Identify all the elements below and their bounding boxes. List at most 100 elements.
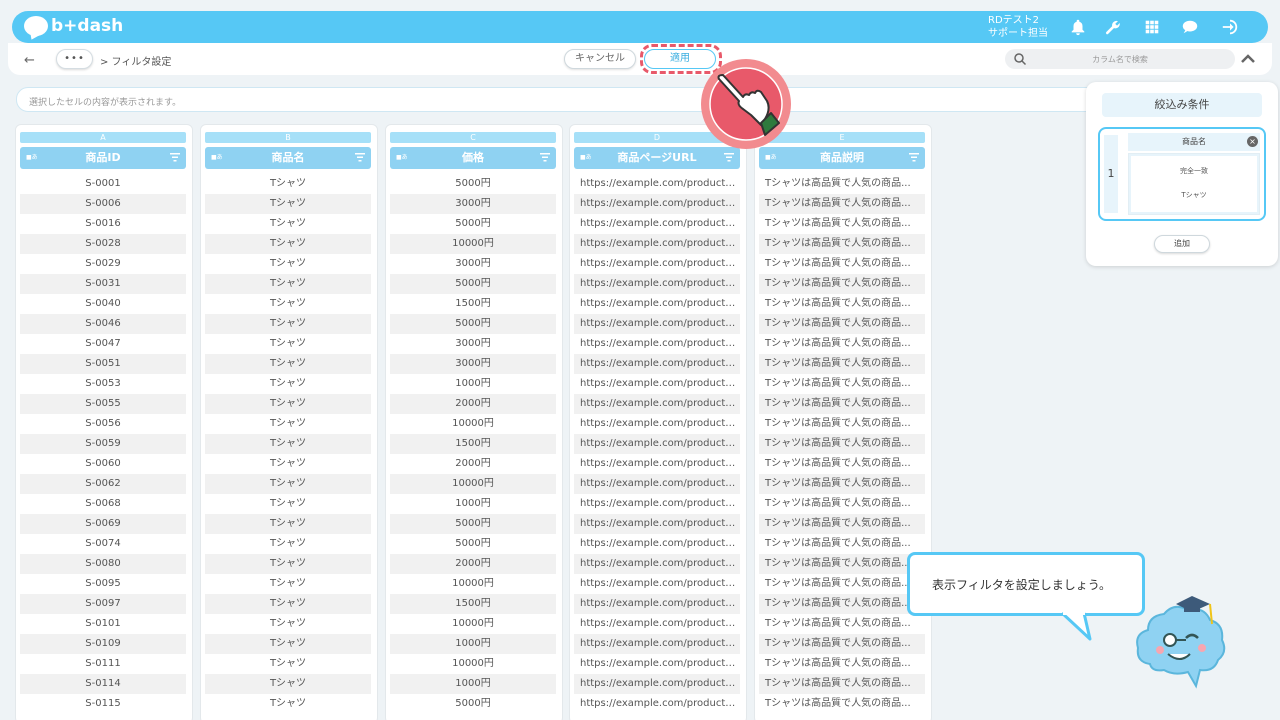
table-cell[interactable]: S-0115 [20, 694, 186, 714]
table-cell[interactable]: https://example.com/products/... [574, 694, 740, 714]
cell-content-display[interactable]: 選択したセルの内容が表示されます。 [16, 87, 1136, 112]
table-cell[interactable]: https://example.com/products/... [574, 194, 740, 214]
table-cell[interactable]: Tシャツは高品質で人気の商品... [759, 334, 925, 354]
filter-condition[interactable]: 1 商品名 × 完全一致 Tシャツ [1098, 127, 1266, 221]
table-cell[interactable]: Tシャツ [205, 394, 371, 414]
table-cell[interactable]: S-0016 [20, 214, 186, 234]
table-cell[interactable]: Tシャツは高品質で人気の商品... [759, 354, 925, 374]
table-cell[interactable]: Tシャツ [205, 214, 371, 234]
table-cell[interactable]: S-0056 [20, 414, 186, 434]
table-cell[interactable]: https://example.com/products/... [574, 534, 740, 554]
table-cell[interactable]: 1500円 [390, 434, 556, 454]
table-cell[interactable]: https://example.com/products/... [574, 174, 740, 194]
table-cell[interactable]: Tシャツ [205, 174, 371, 194]
table-cell[interactable]: 3000円 [390, 334, 556, 354]
column-search-input[interactable]: カラム名で検索 [1005, 49, 1235, 69]
table-cell[interactable]: Tシャツ [205, 294, 371, 314]
table-cell[interactable]: S-0101 [20, 614, 186, 634]
table-cell[interactable]: https://example.com/products/... [574, 274, 740, 294]
table-cell[interactable]: Tシャツ [205, 354, 371, 374]
table-cell[interactable]: Tシャツ [205, 514, 371, 534]
more-button[interactable]: ••• [56, 49, 93, 69]
cancel-button[interactable]: キャンセル [564, 49, 636, 69]
table-cell[interactable]: 10000円 [390, 574, 556, 594]
table-cell[interactable]: https://example.com/products/... [574, 354, 740, 374]
table-cell[interactable]: https://example.com/products/... [574, 514, 740, 534]
table-cell[interactable]: S-0029 [20, 254, 186, 274]
table-cell[interactable]: Tシャツ [205, 494, 371, 514]
table-cell[interactable]: S-0040 [20, 294, 186, 314]
table-cell[interactable]: Tシャツ [205, 374, 371, 394]
table-cell[interactable]: Tシャツは高品質で人気の商品... [759, 574, 925, 594]
chat-icon[interactable] [1180, 17, 1200, 37]
table-cell[interactable]: Tシャツは高品質で人気の商品... [759, 174, 925, 194]
filter-icon[interactable] [724, 153, 734, 162]
table-cell[interactable]: https://example.com/products/... [574, 394, 740, 414]
column-header[interactable]: ■あ 価格 [390, 147, 556, 169]
table-cell[interactable]: https://example.com/products/... [574, 314, 740, 334]
table-cell[interactable]: Tシャツ [205, 414, 371, 434]
column-header[interactable]: ■あ 商品ID [20, 147, 186, 169]
add-condition-button[interactable]: 追加 [1154, 235, 1210, 253]
table-cell[interactable]: https://example.com/products/... [574, 234, 740, 254]
table-cell[interactable]: Tシャツは高品質で人気の商品... [759, 374, 925, 394]
back-arrow-icon[interactable]: ← [24, 53, 35, 68]
table-cell[interactable]: Tシャツは高品質で人気の商品... [759, 494, 925, 514]
table-cell[interactable]: 5000円 [390, 214, 556, 234]
column-letter[interactable]: C [390, 132, 556, 143]
table-cell[interactable]: S-0074 [20, 534, 186, 554]
table-cell[interactable]: https://example.com/products/... [574, 614, 740, 634]
table-cell[interactable]: Tシャツは高品質で人気の商品... [759, 274, 925, 294]
table-cell[interactable]: https://example.com/products/... [574, 654, 740, 674]
table-cell[interactable]: 2000円 [390, 554, 556, 574]
table-cell[interactable]: 5000円 [390, 534, 556, 554]
table-cell[interactable]: 3000円 [390, 354, 556, 374]
table-cell[interactable]: 10000円 [390, 614, 556, 634]
table-cell[interactable]: S-0001 [20, 174, 186, 194]
table-cell[interactable]: S-0051 [20, 354, 186, 374]
table-cell[interactable]: Tシャツは高品質で人気の商品... [759, 614, 925, 634]
table-cell[interactable]: Tシャツ [205, 234, 371, 254]
table-cell[interactable]: Tシャツは高品質で人気の商品... [759, 634, 925, 654]
table-cell[interactable]: Tシャツは高品質で人気の商品... [759, 554, 925, 574]
table-cell[interactable]: Tシャツは高品質で人気の商品... [759, 214, 925, 234]
table-cell[interactable]: Tシャツ [205, 674, 371, 694]
table-cell[interactable]: Tシャツは高品質で人気の商品... [759, 694, 925, 714]
table-cell[interactable]: https://example.com/products/... [574, 574, 740, 594]
table-cell[interactable]: Tシャツ [205, 654, 371, 674]
condition-operator[interactable]: 完全一致 [1129, 166, 1259, 176]
filter-icon[interactable] [355, 153, 365, 162]
user-info[interactable]: RDテスト2 サポート担当 [988, 14, 1048, 40]
table-cell[interactable]: 10000円 [390, 654, 556, 674]
table-cell[interactable]: Tシャツは高品質で人気の商品... [759, 194, 925, 214]
table-cell[interactable]: https://example.com/products/... [574, 494, 740, 514]
table-cell[interactable]: Tシャツ [205, 634, 371, 654]
table-cell[interactable]: Tシャツ [205, 434, 371, 454]
table-cell[interactable]: 5000円 [390, 274, 556, 294]
table-cell[interactable]: https://example.com/products/... [574, 214, 740, 234]
table-cell[interactable]: https://example.com/products/... [574, 594, 740, 614]
column-letter[interactable]: B [205, 132, 371, 143]
table-cell[interactable]: S-0006 [20, 194, 186, 214]
table-cell[interactable]: S-0059 [20, 434, 186, 454]
table-cell[interactable]: S-0053 [20, 374, 186, 394]
table-cell[interactable]: Tシャツ [205, 694, 371, 714]
chevron-up-icon[interactable] [1240, 52, 1256, 66]
table-cell[interactable]: S-0111 [20, 654, 186, 674]
bell-icon[interactable] [1068, 17, 1088, 37]
table-cell[interactable]: https://example.com/products/... [574, 454, 740, 474]
table-cell[interactable]: Tシャツは高品質で人気の商品... [759, 234, 925, 254]
table-cell[interactable]: Tシャツ [205, 314, 371, 334]
column-letter[interactable]: A [20, 132, 186, 143]
table-cell[interactable]: S-0097 [20, 594, 186, 614]
table-cell[interactable]: 3000円 [390, 254, 556, 274]
table-cell[interactable]: https://example.com/products/... [574, 474, 740, 494]
table-cell[interactable]: Tシャツ [205, 254, 371, 274]
table-cell[interactable]: 5000円 [390, 694, 556, 714]
table-cell[interactable]: 5000円 [390, 514, 556, 534]
table-cell[interactable]: Tシャツは高品質で人気の商品... [759, 594, 925, 614]
table-cell[interactable]: Tシャツは高品質で人気の商品... [759, 394, 925, 414]
table-cell[interactable]: https://example.com/products/... [574, 334, 740, 354]
table-cell[interactable]: https://example.com/products/... [574, 634, 740, 654]
table-cell[interactable]: Tシャツは高品質で人気の商品... [759, 674, 925, 694]
